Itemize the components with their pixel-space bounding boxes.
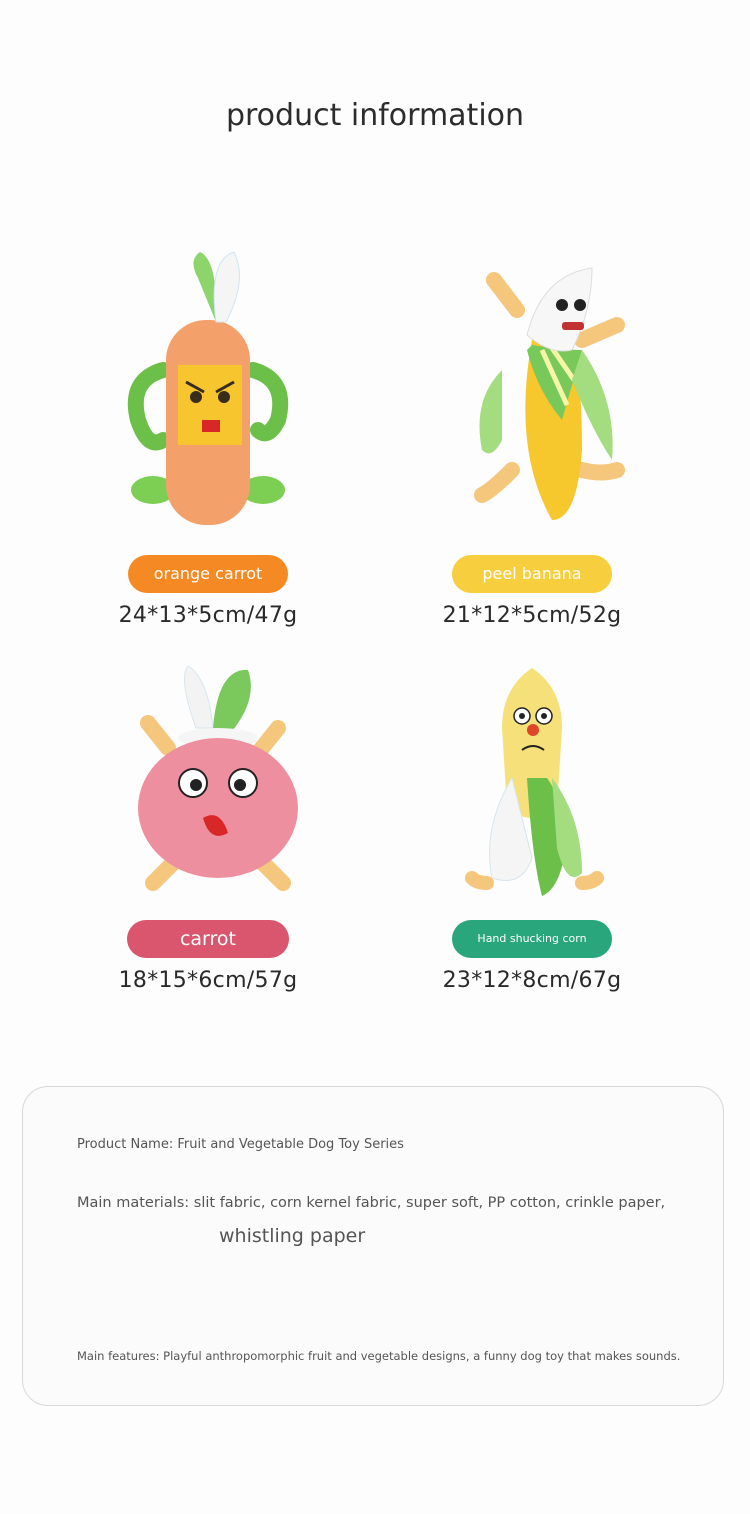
- page-title: product information: [225, 98, 525, 133]
- corn-toy-image: [465, 668, 604, 896]
- product-label: Hand shucking corn: [452, 920, 612, 958]
- product-card-carrot: carrot 18*15*6cm/57g: [48, 658, 368, 993]
- materials-text-cont: whistling paper: [219, 1225, 366, 1247]
- product-size: 24*13*5cm/47g: [118, 603, 298, 628]
- features-text: Main features: Playful anthropomorphic f…: [77, 1349, 681, 1363]
- product-info-box: Product Name: Fruit and Vegetable Dog To…: [22, 1086, 724, 1406]
- product-size: 21*12*5cm/52g: [442, 603, 622, 628]
- carrot-toy-image: [127, 251, 289, 525]
- product-name-text: Product Name: Fruit and Vegetable Dog To…: [77, 1137, 404, 1152]
- product-card-orange-carrot: orange carrot 24*13*5cm/47g: [48, 250, 368, 628]
- materials-text: Main materials: slit fabric, corn kernel…: [77, 1195, 666, 1211]
- product-label: peel banana: [452, 555, 612, 593]
- product-size: 23*12*8cm/67g: [442, 968, 622, 993]
- product-label: orange carrot: [128, 555, 288, 593]
- product-card-hand-shucking-corn: Hand shucking corn 23*12*8cm/67g: [372, 658, 692, 993]
- banana-toy-image: [474, 267, 625, 520]
- product-card-peel-banana: peel banana 21*12*5cm/52g: [372, 250, 692, 628]
- product-label: carrot: [127, 920, 289, 958]
- product-size: 18*15*6cm/57g: [118, 968, 298, 993]
- radish-toy-image: [138, 665, 298, 891]
